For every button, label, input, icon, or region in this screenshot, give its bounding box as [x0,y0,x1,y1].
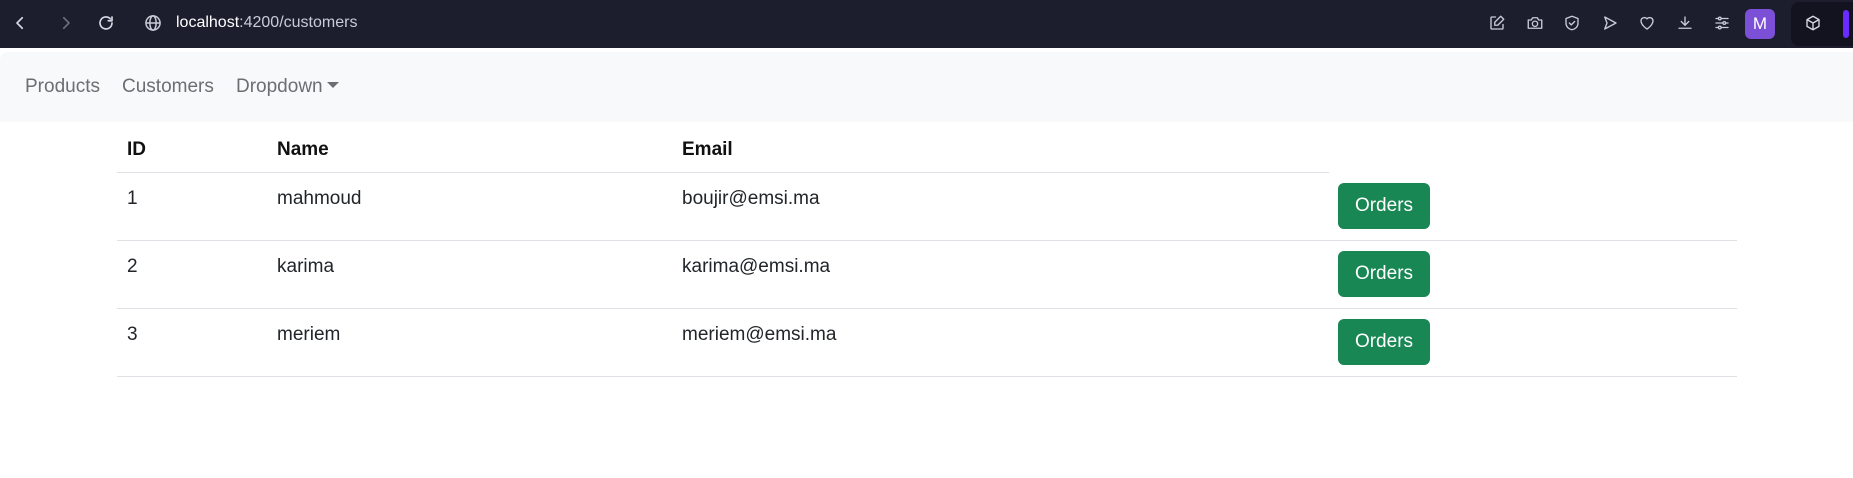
nav-dropdown[interactable]: Dropdown [236,75,339,99]
camera-icon[interactable] [1524,12,1546,34]
cell-email: meriem@emsi.ma [682,324,837,345]
back-icon[interactable] [8,11,32,35]
cell-id: 3 [127,324,138,345]
row-divider [117,376,1737,377]
reload-icon[interactable] [94,11,118,35]
column-header-id: ID [127,139,146,160]
orders-button[interactable]: Orders [1338,319,1430,365]
settings-sliders-icon[interactable] [1711,12,1733,34]
nav-link-customers[interactable]: Customers [122,75,214,99]
heart-icon[interactable] [1636,12,1658,34]
address-bar[interactable]: localhost:4200/customers [176,12,357,34]
cell-name: meriem [277,324,341,345]
site-info-icon[interactable] [143,13,163,33]
nav-link-products[interactable]: Products [25,75,100,99]
download-icon[interactable] [1674,12,1696,34]
column-header-name: Name [277,139,329,160]
forward-icon[interactable] [54,11,78,35]
table-row: 2 karima karima@emsi.ma Orders [117,241,1737,309]
profile-avatar[interactable]: M [1745,9,1775,39]
cell-name: karima [277,256,335,277]
browser-toolbar: localhost:4200/customers M [0,0,1853,48]
url-path: :4200/customers [239,14,358,31]
send-icon[interactable] [1599,12,1621,34]
nav-dropdown-label: Dropdown [236,76,323,97]
cell-email: karima@emsi.ma [682,256,831,277]
table-row: 3 meriem meriem@emsi.ma Orders [117,309,1737,377]
extension-cube-icon[interactable] [1802,12,1824,34]
cell-name: mahmoud [277,188,362,209]
edit-icon[interactable] [1486,12,1508,34]
column-header-email: Email [682,139,733,160]
app-navbar: Products Customers Dropdown [0,52,1853,122]
cell-id: 1 [127,188,138,209]
caret-down-icon [326,82,339,89]
shield-icon[interactable] [1561,12,1583,34]
sidebar-accent [1843,10,1849,38]
orders-button[interactable]: Orders [1338,183,1430,229]
orders-button[interactable]: Orders [1338,251,1430,297]
cell-email: boujir@emsi.ma [682,188,820,209]
url-host: localhost [176,14,240,31]
cell-id: 2 [127,256,138,277]
table-row: 1 mahmoud boujir@emsi.ma Orders [117,173,1737,241]
